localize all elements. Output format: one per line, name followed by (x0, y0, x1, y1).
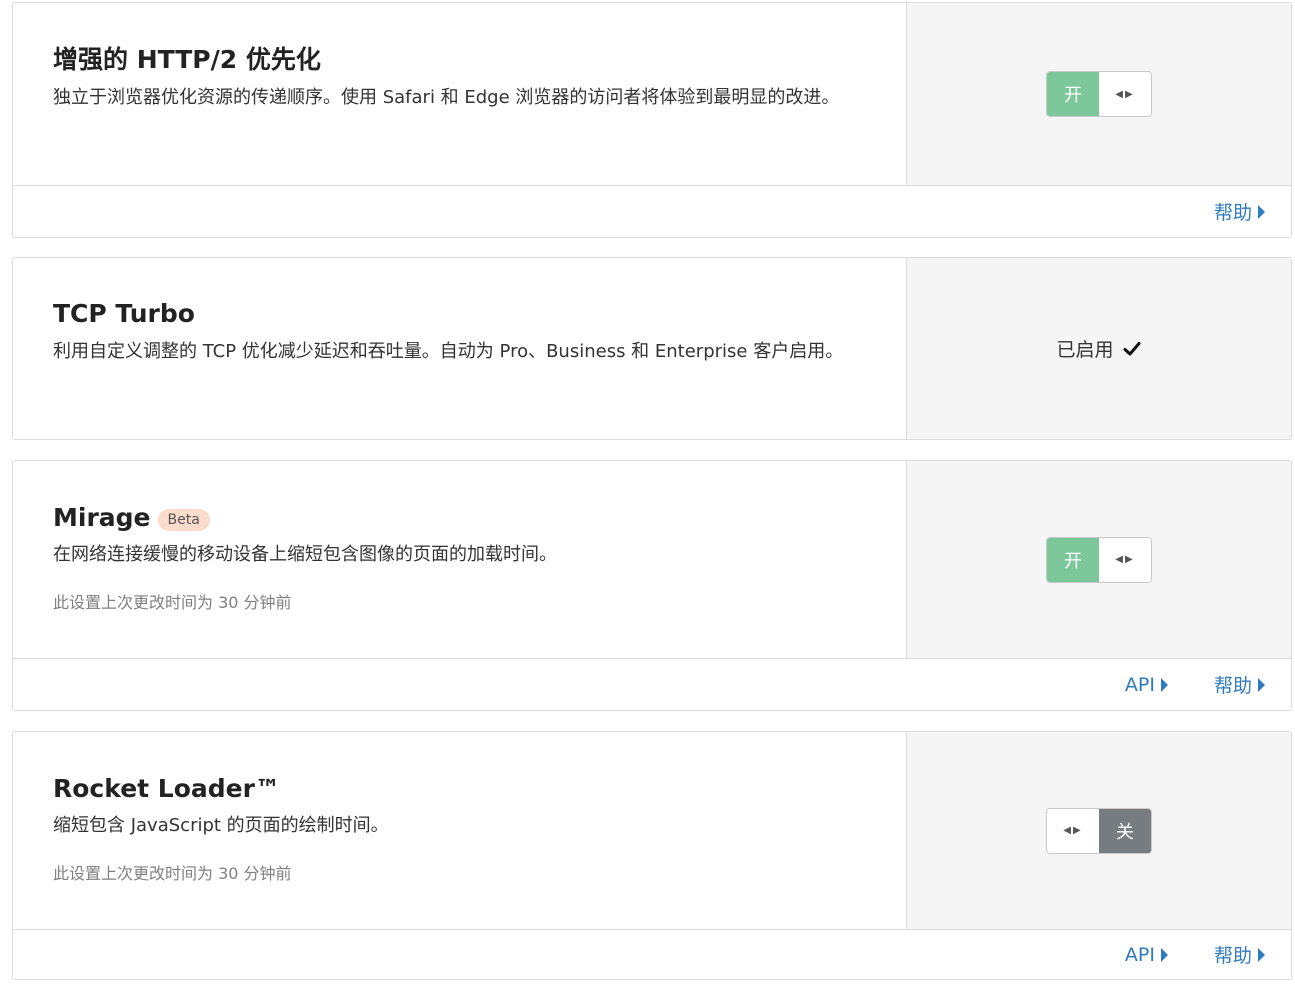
caret-right-icon (1160, 677, 1168, 692)
toggle-on-segment[interactable]: 开 (1047, 72, 1099, 116)
card-mirage: Mirage Beta 在网络连接缓慢的移动设备上缩短包含图像的页面的加载时间。… (12, 460, 1292, 711)
arrows-left-right-icon: ◀▶ (1063, 825, 1083, 836)
card-control-panel: 已启用 (906, 258, 1291, 439)
api-link-label: API (1124, 943, 1155, 966)
caret-right-icon (1258, 204, 1265, 219)
card-description: 独立于浏览器优化资源的传递顺序。使用 Safari 和 Edge 浏览器的访问者… (53, 87, 840, 108)
card-title: Mirage Beta (53, 503, 866, 533)
http2-prioritization-toggle[interactable]: 开 ◀▶ (1046, 71, 1152, 117)
card-control-panel: 开 ◀▶ (906, 3, 1291, 185)
card-http2-prioritization: 增强的 HTTP/2 优先化 独立于浏览器优化资源的传递顺序。使用 Safari… (12, 2, 1292, 238)
arrows-left-right-icon: ◀▶ (1115, 88, 1135, 100)
card-tcp-turbo: TCP Turbo 利用自定义调整的 TCP 优化减少延迟和吞吐量。自动为 Pr… (12, 257, 1292, 440)
last-changed-text: 此设置上次更改时间为 30 分钟前 (53, 864, 292, 883)
card-body: TCP Turbo 利用自定义调整的 TCP 优化减少延迟和吞吐量。自动为 Pr… (13, 258, 906, 439)
card-footer: API 帮助 (13, 929, 1291, 979)
card-footer: API 帮助 (13, 658, 1291, 710)
card-title: 增强的 HTTP/2 优先化 (53, 45, 866, 75)
last-changed-text: 此设置上次更改时间为 30 分钟前 (53, 593, 292, 612)
card-description: 缩短包含 JavaScript 的页面的绘制时间。 (53, 815, 389, 836)
card-title: Rocket Loader™ (53, 774, 866, 804)
card-control-panel: ◀▶ 关 (906, 732, 1291, 929)
toggle-label: 关 (1116, 821, 1134, 843)
card-body: Rocket Loader™ 缩短包含 JavaScript 的页面的绘制时间。… (13, 732, 906, 929)
enabled-status: 已启用 (1056, 335, 1141, 362)
card-body: 增强的 HTTP/2 优先化 独立于浏览器优化资源的传递顺序。使用 Safari… (13, 3, 906, 185)
mirage-toggle[interactable]: 开 ◀▶ (1046, 536, 1152, 583)
card-footer: 帮助 (13, 185, 1291, 237)
help-link-label: 帮助 (1213, 675, 1252, 697)
help-link[interactable]: 帮助 (1214, 198, 1265, 225)
toggle-on-segment[interactable]: 开 (1047, 537, 1099, 582)
beta-badge: Beta (157, 509, 210, 531)
card-description: 在网络连接缓慢的移动设备上缩短包含图像的页面的加载时间。 (53, 544, 557, 565)
toggle-handle[interactable]: ◀▶ (1047, 808, 1099, 853)
card-title: TCP Turbo (53, 299, 866, 329)
api-link[interactable]: API (1125, 674, 1168, 696)
help-link-label: 帮助 (1213, 202, 1252, 224)
help-link[interactable]: 帮助 (1214, 671, 1265, 698)
card-title-text: 增强的 HTTP/2 优先化 (53, 45, 321, 74)
arrows-left-right-icon: ◀▶ (1115, 554, 1135, 565)
api-link[interactable]: API (1125, 944, 1168, 966)
checkmark-icon (1123, 341, 1140, 355)
card-title-text: Mirage (53, 503, 151, 532)
toggle-label: 开 (1064, 85, 1082, 106)
card-body: Mirage Beta 在网络连接缓慢的移动设备上缩短包含图像的页面的加载时间。… (13, 461, 906, 658)
toggle-handle[interactable]: ◀▶ (1099, 72, 1151, 116)
enabled-status-text: 已启用 (1056, 339, 1114, 361)
card-title-text: Rocket Loader™ (53, 774, 280, 803)
toggle-off-segment[interactable]: 关 (1099, 808, 1151, 853)
card-control-panel: 开 ◀▶ (906, 461, 1291, 658)
help-link[interactable]: 帮助 (1214, 941, 1265, 968)
caret-right-icon (1258, 677, 1265, 692)
rocket-loader-toggle[interactable]: ◀▶ 关 (1046, 807, 1152, 854)
card-rocket-loader: Rocket Loader™ 缩短包含 JavaScript 的页面的绘制时间。… (12, 731, 1292, 980)
caret-right-icon (1258, 947, 1265, 962)
toggle-handle[interactable]: ◀▶ (1099, 537, 1151, 582)
caret-right-icon (1160, 947, 1168, 962)
api-link-label: API (1124, 673, 1155, 696)
toggle-label: 开 (1064, 550, 1082, 572)
help-link-label: 帮助 (1213, 945, 1252, 967)
card-description: 利用自定义调整的 TCP 优化减少延迟和吞吐量。自动为 Pro、Business… (53, 341, 844, 362)
card-title-text: TCP Turbo (53, 299, 195, 328)
